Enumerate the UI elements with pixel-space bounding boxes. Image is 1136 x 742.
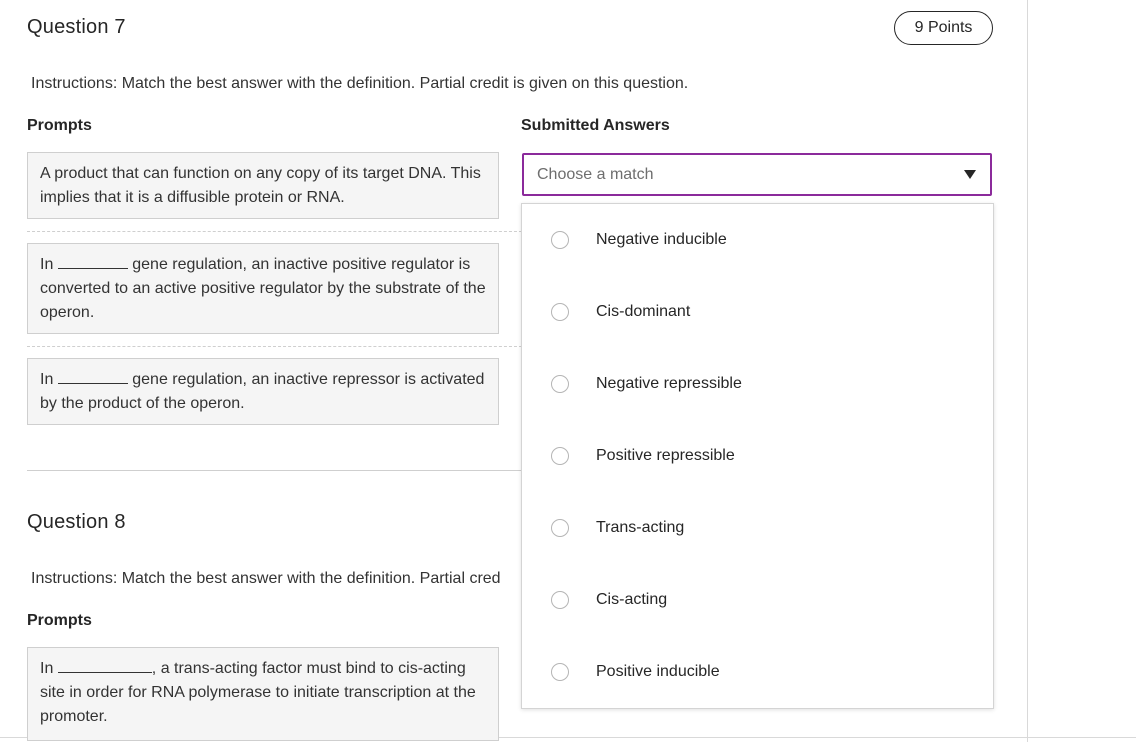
prompts-header: Prompts: [27, 117, 92, 134]
radio-icon[interactable]: [551, 591, 569, 609]
row-divider: [27, 231, 522, 232]
option-label: Positive inducible: [596, 663, 720, 680]
points-badge: 9 Points: [894, 11, 993, 45]
prompt-1-text: A product that can function on any copy …: [40, 165, 481, 206]
match-options-dropdown: Negative inducible Cis-dominant Negative…: [521, 203, 994, 709]
question-8-instructions: Instructions: Match the best answer with…: [31, 570, 501, 587]
option-cis-acting[interactable]: Cis-acting: [522, 564, 993, 636]
row-divider: [27, 346, 522, 347]
question-8-title: Question 8: [27, 511, 126, 533]
option-positive-repressible[interactable]: Positive repressible: [522, 420, 993, 492]
radio-icon[interactable]: [551, 663, 569, 681]
match-select-prompt-1[interactable]: Choose a match: [522, 153, 992, 196]
question-divider: [27, 470, 522, 471]
option-label: Trans-acting: [596, 519, 685, 536]
page-right-border: [1027, 0, 1028, 742]
option-cis-dominant[interactable]: Cis-dominant: [522, 276, 993, 348]
prompt-2-pre: In: [40, 256, 58, 273]
radio-icon[interactable]: [551, 519, 569, 537]
radio-icon[interactable]: [551, 231, 569, 249]
option-label: Negative inducible: [596, 231, 727, 248]
prompt-1: A product that can function on any copy …: [27, 152, 499, 219]
radio-icon[interactable]: [551, 375, 569, 393]
option-label: Cis-acting: [596, 591, 668, 608]
radio-icon[interactable]: [551, 303, 569, 321]
option-label: Positive repressible: [596, 447, 735, 464]
radio-icon[interactable]: [551, 447, 569, 465]
question-8-prompts-header: Prompts: [27, 612, 92, 629]
submitted-answers-header: Submitted Answers: [521, 117, 670, 134]
prompt-2: In gene regulation, an inactive positive…: [27, 243, 499, 334]
option-label: Negative repressible: [596, 375, 742, 392]
option-trans-acting[interactable]: Trans-acting: [522, 492, 993, 564]
question-7-title: Question 7: [27, 16, 126, 38]
caret-down-icon[interactable]: [964, 170, 976, 179]
prompt-3-pre: In: [40, 371, 58, 388]
question-8-prompt-1-blank: [57, 659, 152, 673]
option-negative-repressible[interactable]: Negative repressible: [522, 348, 993, 420]
option-positive-inducible[interactable]: Positive inducible: [522, 636, 993, 708]
prompt-3: In gene regulation, an inactive represso…: [27, 358, 499, 425]
question-8-prompt-1-pre: In: [40, 660, 58, 677]
option-negative-inducible[interactable]: Negative inducible: [522, 204, 993, 276]
question-8-prompt-1: In , a trans-acting factor must bind to …: [27, 647, 499, 741]
prompt-3-blank: [57, 370, 128, 384]
question-7-instructions: Instructions: Match the best answer with…: [31, 75, 689, 92]
prompt-2-blank: [57, 255, 128, 269]
option-label: Cis-dominant: [596, 303, 691, 320]
match-select-placeholder: Choose a match: [537, 165, 654, 183]
